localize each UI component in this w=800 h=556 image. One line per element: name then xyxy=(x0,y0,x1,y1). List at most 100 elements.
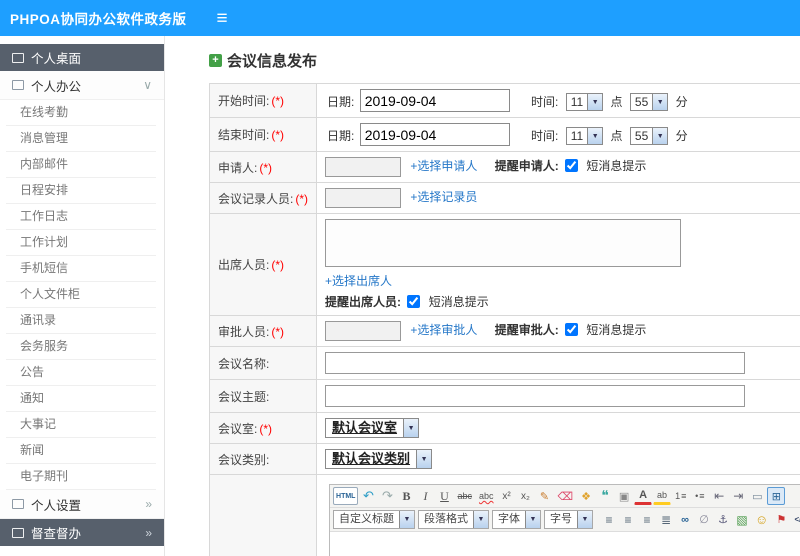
sidebar-item[interactable]: 通知 xyxy=(6,386,156,412)
ordered-list-icon[interactable]: 1≡ xyxy=(672,487,690,505)
flag-icon[interactable]: ⚑ xyxy=(772,511,790,529)
align-center-icon[interactable]: ≡ xyxy=(619,511,637,529)
gear-icon xyxy=(12,499,24,509)
sidebar-item[interactable]: 个人文件柜 xyxy=(6,282,156,308)
blockquote-icon[interactable]: ❝ xyxy=(596,487,614,505)
sidebar-item[interactable]: 电子期刊 xyxy=(6,464,156,490)
sidebar-item[interactable]: 消息管理 xyxy=(6,126,156,152)
fullscreen-icon[interactable]: ⊞ xyxy=(767,487,786,505)
editor-toolbar-row1: HTML ↶ ↷ B I Uabc abc x² x₂ ✎ ⌫ ❖ ❝ ▣ Aab 1≡ •≡ ⇤ ⇥ ▭ ⊞ xyxy=(330,485,800,508)
field-label: 会议室: xyxy=(218,421,258,436)
indent-icon[interactable]: ⇥ xyxy=(729,487,747,505)
applicant-input[interactable] xyxy=(325,157,402,177)
attendee-textarea[interactable] xyxy=(325,219,682,267)
dropdown-arrow-icon: ▼ xyxy=(587,94,603,111)
unordered-list-icon[interactable]: •≡ xyxy=(691,487,709,505)
sidebar-item[interactable]: 工作日志 xyxy=(6,204,156,230)
page-title: 会议信息发布 xyxy=(227,53,318,70)
editor-format-select[interactable]: 字体 ▼ xyxy=(492,510,542,529)
italic-icon[interactable]: I xyxy=(416,487,434,505)
start-minute-select[interactable]: 55 ▼ xyxy=(629,93,669,112)
editor-content-area[interactable] xyxy=(330,532,800,556)
sidebar-item[interactable]: 大事记 xyxy=(6,412,156,438)
undo-icon[interactable]: ↶ xyxy=(359,487,377,505)
sms-remind-checkbox[interactable] xyxy=(565,323,579,337)
sidebar-item[interactable]: 工作计划 xyxy=(6,230,156,256)
sidebar-item[interactable]: 通讯录 xyxy=(6,308,156,334)
align-justify-icon[interactable]: ≣ xyxy=(657,511,675,529)
sms-remind-checkbox[interactable] xyxy=(407,295,421,308)
page-title-row: + 会议信息发布 xyxy=(209,50,795,71)
html-icon[interactable]: HTML xyxy=(333,487,359,505)
recorder-input[interactable] xyxy=(325,188,402,208)
start-date-input[interactable] xyxy=(359,89,510,112)
strikethrough-icon[interactable]: abc xyxy=(454,487,475,505)
approver-input[interactable] xyxy=(325,321,402,341)
sidebar-item[interactable]: 手机短信 xyxy=(6,256,156,282)
form-row-meeting-subject: 会议主题: xyxy=(208,379,800,413)
font-color-icon[interactable]: A xyxy=(634,487,653,505)
emotion-icon[interactable]: ☺ xyxy=(752,511,771,529)
rich-text-editor: HTML ↶ ↷ B I Uabc abc x² x₂ ✎ ⌫ ❖ ❝ ▣ Aab 1≡ •≡ ⇤ ⇥ ▭ ⊞ 自定义标… xyxy=(329,484,800,556)
form-row-start-time: 开始时间:(*) 日期: 时间: 11▼ 点 55▼ 分 xyxy=(208,83,800,118)
image-icon[interactable]: ▧ xyxy=(733,511,751,529)
add-icon: + xyxy=(209,54,222,67)
sidebar-group-office[interactable]: 个人办公 ∨ xyxy=(0,71,164,100)
meeting-room-select[interactable]: 默认会议室 ▼ xyxy=(325,418,420,438)
superscript-icon[interactable]: x² xyxy=(498,487,516,505)
end-date-input[interactable] xyxy=(359,123,510,146)
remind-label: 提醒审批人: xyxy=(494,323,559,338)
editor-format-select[interactable]: 自定义标题 ▼ xyxy=(333,510,416,529)
new-page-icon[interactable]: ▭ xyxy=(748,487,766,505)
hour-unit-label: 点 xyxy=(610,128,623,143)
sidebar-item-desktop[interactable]: 个人桌面 xyxy=(0,44,164,71)
format-brush-icon[interactable]: ✎ xyxy=(536,487,554,505)
choose-approver-link[interactable]: +选择审批人 xyxy=(410,323,477,337)
spellcheck-icon[interactable]: abc xyxy=(476,487,497,505)
bold-icon[interactable]: B xyxy=(397,487,415,505)
calendar-icon[interactable]: ▣ xyxy=(615,487,633,505)
eraser-icon[interactable]: ⌫ xyxy=(555,487,577,505)
menu-icon[interactable]: ≡ xyxy=(217,9,228,28)
minute-unit-label: 分 xyxy=(675,94,688,109)
end-minute-select[interactable]: 55 ▼ xyxy=(629,127,669,146)
sidebar-group-settings[interactable]: 个人设置 » xyxy=(0,490,164,519)
dropdown-arrow-icon: ▼ xyxy=(587,128,603,145)
required-mark: (*) xyxy=(271,128,285,142)
editor-format-select[interactable]: 段落格式 ▼ xyxy=(418,510,490,529)
anchor-icon[interactable]: ⚓ xyxy=(714,511,732,529)
sidebar-item[interactable]: 内部邮件 xyxy=(6,152,156,178)
start-hour-select[interactable]: 11 ▼ xyxy=(565,93,604,112)
highlight-icon[interactable]: ab xyxy=(653,487,672,505)
meeting-name-input[interactable] xyxy=(325,352,746,374)
paint-icon[interactable]: ❖ xyxy=(577,487,595,505)
subscript-icon[interactable]: x₂ xyxy=(517,487,535,505)
underline-icon[interactable]: U xyxy=(435,487,453,505)
meeting-subject-input[interactable] xyxy=(325,385,746,407)
sms-remind-checkbox[interactable] xyxy=(565,159,579,173)
choose-recorder-link[interactable]: +选择记录员 xyxy=(410,190,477,204)
form-row-content-editor: HTML ↶ ↷ B I Uabc abc x² x₂ ✎ ⌫ ❖ ❝ ▣ Aab 1≡ •≡ ⇤ ⇥ ▭ ⊞ 自定义标… xyxy=(208,474,800,556)
align-right-icon[interactable]: ≡ xyxy=(638,511,656,529)
choose-attendee-link[interactable]: +选择出席人 xyxy=(325,274,392,288)
clipboard-icon xyxy=(12,527,24,538)
end-hour-select[interactable]: 11 ▼ xyxy=(565,127,604,146)
sidebar-item[interactable]: 日程安排 xyxy=(6,178,156,204)
redo-icon[interactable]: ↷ xyxy=(378,487,396,505)
sidebar-item[interactable]: 会务服务 xyxy=(6,334,156,360)
sidebar-item[interactable]: 公告 xyxy=(6,360,156,386)
link-icon[interactable]: ∞ xyxy=(676,511,694,529)
sidebar-item-supervise[interactable]: 督查督办 » xyxy=(0,519,164,546)
align-left-icon[interactable]: ≡ xyxy=(600,511,618,529)
sidebar-item[interactable]: 新闻 xyxy=(6,438,156,464)
required-mark: (*) xyxy=(271,324,285,339)
editor-format-select[interactable]: 字号 ▼ xyxy=(544,510,594,529)
dropdown-arrow-icon: ▼ xyxy=(473,511,489,528)
form-row-meeting-category: 会议类别: 默认会议类别 ▼ xyxy=(208,443,800,475)
outdent-icon[interactable]: ⇤ xyxy=(710,487,728,505)
choose-applicant-link[interactable]: +选择申请人 xyxy=(410,159,477,173)
unlink-icon[interactable]: ∅ xyxy=(695,511,713,529)
meeting-category-select[interactable]: 默认会议类别 ▼ xyxy=(325,449,433,469)
sidebar-item[interactable]: 在线考勤 xyxy=(6,100,156,126)
code-icon[interactable]: </> xyxy=(791,511,800,529)
